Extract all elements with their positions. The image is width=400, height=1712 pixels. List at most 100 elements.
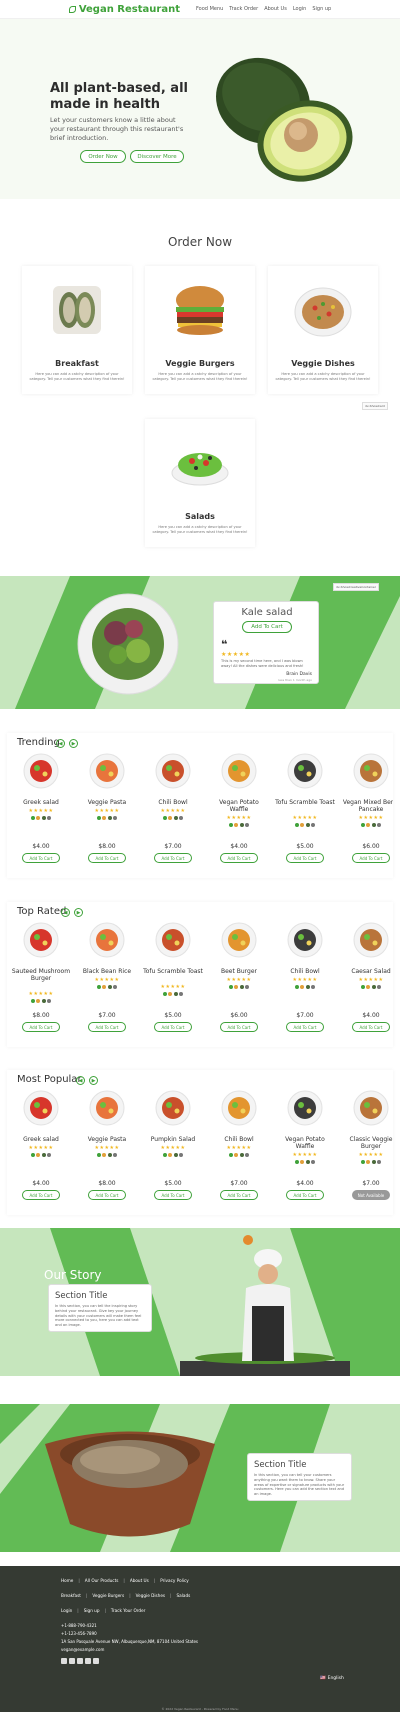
arrow-left-icon[interactable]: ◀: [76, 1076, 85, 1085]
review-add-to-cart-button[interactable]: Add To Cart: [242, 621, 292, 633]
add-to-cart-button[interactable]: Add To Cart: [154, 1022, 192, 1032]
add-to-cart-button[interactable]: Add To Cart: [22, 853, 60, 863]
copyright: © 2022 Vegan Restaurant - Powered by Foo…: [161, 1707, 239, 1711]
gluten-free-icon: [168, 1153, 173, 1157]
footer-link-login[interactable]: Login: [61, 1608, 72, 1613]
product-card[interactable]: Classic Veggie Burger ★★★★★ $7.00 Not Avail…: [341, 1086, 393, 1211]
top-rated-title: Top Rated: [17, 906, 67, 917]
add-to-cart-button[interactable]: Add To Cart: [220, 853, 258, 863]
nav-link-login[interactable]: Login: [293, 6, 307, 12]
twitter-icon[interactable]: [69, 1658, 75, 1664]
add-to-cart-button[interactable]: Add To Cart: [154, 1190, 192, 1200]
youtube-icon[interactable]: [77, 1658, 83, 1664]
add-to-cart-button[interactable]: Add To Cart: [88, 1190, 126, 1200]
product-card[interactable]: Greek salad ★★★★★ $4.00 Add To Cart: [11, 1086, 71, 1211]
product-image: [221, 753, 257, 789]
add-to-cart-button[interactable]: Add To Cart: [88, 853, 126, 863]
footer-link-signup[interactable]: Sign up: [84, 1608, 100, 1613]
discover-more-button[interactable]: Discover More: [130, 150, 184, 163]
vegan-icon: [30, 816, 35, 820]
order-now-button[interactable]: Order Now: [80, 150, 126, 163]
product-card[interactable]: Greek salad ★★★★★ $4.00 Add To Cart: [11, 749, 71, 874]
add-to-cart-button[interactable]: Add To Cart: [22, 1190, 60, 1200]
product-card[interactable]: Chili Bowl ★★★★★ $7.00 Add To Cart: [143, 749, 203, 874]
footer-link-about-us[interactable]: About Us: [130, 1578, 149, 1583]
category-card-veggie-dishes[interactable]: Veggie Dishes Here you can add a catchy …: [268, 266, 378, 394]
arrow-right-icon[interactable]: ▶: [89, 1076, 98, 1085]
product-price: $7.00: [362, 1180, 380, 1187]
add-to-cart-button[interactable]: Add To Cart: [88, 1022, 126, 1032]
our-story-title: Our Story: [44, 1268, 102, 1282]
add-to-cart-button[interactable]: Add To Cart: [286, 1190, 324, 1200]
linkedin-icon[interactable]: [93, 1658, 99, 1664]
veggie-burger-image: [176, 286, 224, 335]
add-to-cart-button[interactable]: Add To Cart: [220, 1190, 258, 1200]
flag-icon: 🇺🇸: [320, 1676, 326, 1681]
product-card[interactable]: Tofu Scramble Toast ★★★★★ $5.00 Add To Cart: [143, 918, 203, 1043]
footer-link-track-order[interactable]: Track Your Order: [111, 1608, 145, 1613]
arrow-right-icon[interactable]: ▶: [69, 739, 78, 748]
footer-link-salads[interactable]: Salads: [177, 1593, 191, 1598]
nut-free-icon: [245, 1153, 250, 1157]
product-card[interactable]: Vegan Mixed Berry Pancake ★★★★★ $6.00 Add T…: [341, 749, 393, 874]
product-card[interactable]: Pumpkin Salad ★★★★★ $5.00 Add To Cart: [143, 1086, 203, 1211]
footer-link-breakfast[interactable]: Breakfast: [61, 1593, 81, 1598]
product-card[interactable]: Black Bean Rice ★★★★★ $7.00 Add To Cart: [77, 918, 137, 1043]
footer-link-veggie-burgers[interactable]: Veggie Burgers: [92, 1593, 124, 1598]
nav-link-about-us[interactable]: About Us: [264, 6, 287, 12]
product-card[interactable]: Veggie Pasta ★★★★★ $8.00 Add To Cart: [77, 749, 137, 874]
add-to-cart-button[interactable]: Add To Cart: [352, 1022, 390, 1032]
review-time: less than 1 month ago: [278, 678, 312, 682]
nav-link-signup[interactable]: Sign up: [312, 6, 331, 12]
footer-email[interactable]: vegan@example.com: [61, 1647, 104, 1652]
add-to-cart-button[interactable]: Add To Cart: [22, 1022, 60, 1032]
product-card[interactable]: Sauteed Mushroom Burger ★★★★★ $8.00 Add To …: [11, 918, 71, 1043]
product-card[interactable]: Caesar Salad ★★★★★ $4.00 Add To Cart: [341, 918, 393, 1043]
separator: |: [104, 1608, 106, 1613]
product-card[interactable]: Veggie Pasta ★★★★★ $8.00 Add To Cart: [77, 1086, 137, 1211]
facebook-icon[interactable]: [61, 1658, 67, 1664]
instagram-icon[interactable]: [85, 1658, 91, 1664]
product-card[interactable]: Chili Bowl ★★★★★ $7.00 Add To Cart: [209, 1086, 269, 1211]
add-to-cart-button[interactable]: Add To Cart: [286, 853, 324, 863]
review-text: This is my second time here, and I was b…: [221, 659, 304, 668]
add-to-cart-button[interactable]: Add To Cart: [286, 1022, 324, 1032]
product-card[interactable]: Vegan Potato Waffle ★★★★★ $4.00 Add To Cart: [275, 1086, 335, 1211]
organic-icon: [173, 992, 178, 996]
diet-tags: [77, 1153, 137, 1157]
add-to-cart-button[interactable]: Add To Cart: [220, 1022, 258, 1032]
arrow-left-icon[interactable]: ◀: [56, 739, 65, 748]
category-card-breakfast[interactable]: Breakfast Here you can add a catchy desc…: [22, 266, 132, 394]
add-to-cart-button[interactable]: Add To Cart: [352, 853, 390, 863]
hero-subtitle: Let your customers know a little about y…: [50, 116, 184, 142]
add-to-cart-button[interactable]: Not Available: [352, 1190, 390, 1200]
nut-free-icon: [377, 985, 382, 989]
category-card-salads[interactable]: Salads Here you can add a catchy descrip…: [145, 419, 255, 547]
footer-link-privacy-policy[interactable]: Privacy Policy: [160, 1578, 189, 1583]
vegan-icon: [294, 823, 299, 827]
organic-icon: [239, 823, 244, 827]
brand[interactable]: Vegan Restaurant: [68, 4, 180, 15]
product-card[interactable]: Tofu Scramble Toast ★★★★★ $5.00 Add To Cart: [275, 749, 335, 874]
add-to-cart-button[interactable]: Add To Cart: [154, 853, 192, 863]
nav-link-track-order[interactable]: Track Order: [229, 6, 258, 12]
footer-link-home[interactable]: Home: [61, 1578, 73, 1583]
gluten-free-icon: [234, 823, 239, 827]
footer-link-veggie-dishes[interactable]: Veggie Dishes: [136, 1593, 165, 1598]
nav-link-food-menu[interactable]: Food Menu: [196, 6, 223, 12]
arrow-right-icon[interactable]: ▶: [74, 908, 83, 917]
category-card-veggie-burgers[interactable]: Veggie Burgers Here you can add a catchy…: [145, 266, 255, 394]
footer-phone-1[interactable]: +1-888-790-4321: [61, 1623, 97, 1628]
category-name: Salads: [185, 512, 215, 521]
arrow-left-icon[interactable]: ◀: [61, 908, 70, 917]
footer-link-all-products[interactable]: All Our Products: [85, 1578, 119, 1583]
vegan-icon: [30, 1153, 35, 1157]
footer-phone-2[interactable]: +1-123-456-7890: [61, 1631, 97, 1636]
nut-free-icon: [377, 823, 382, 827]
product-rating-stars: ★★★★★: [358, 815, 384, 821]
category-desc: Here you can add a catchy description of…: [152, 372, 248, 381]
product-card[interactable]: Chili Bowl ★★★★★ $7.00 Add To Cart: [275, 918, 335, 1043]
product-card[interactable]: Beet Burger ★★★★★ $6.00 Add To Cart: [209, 918, 269, 1043]
product-card[interactable]: Vegan Potato Waffle ★★★★★ $4.00 Add To Cart: [209, 749, 269, 874]
language-selector[interactable]: 🇺🇸 English: [320, 1676, 344, 1681]
